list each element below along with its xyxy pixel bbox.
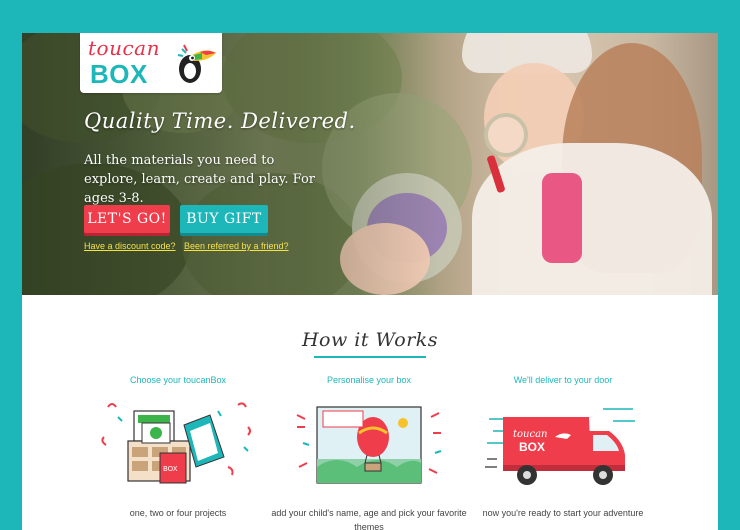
buy-gift-button[interactable]: BUY GIFT <box>180 205 268 233</box>
step-personalise-box: Personalise your box add your child's na… <box>269 375 469 530</box>
delivery-van-icon: toucan BOX <box>485 408 635 485</box>
toucan-icon <box>177 44 216 83</box>
step-description: add your child's name, age and pick your… <box>271 508 467 530</box>
step-title: Choose your toucanBox <box>129 375 227 385</box>
referral-link[interactable]: Been referred by a friend? <box>184 241 289 251</box>
toucanbox-logo[interactable]: toucan BOX <box>80 33 222 93</box>
step-description: now you're ready to start your adventure <box>482 508 644 518</box>
step-delivery: We'll deliver to your door toucan BOX no… <box>463 375 663 520</box>
step-choose-box: Choose your toucanBox BOX one, two or fo… <box>78 375 278 520</box>
svg-text:toucan: toucan <box>513 429 547 440</box>
step-title: Personalise your box <box>326 375 412 385</box>
svg-text:BOX: BOX <box>163 465 178 473</box>
how-it-works-title: How it Works <box>301 329 439 351</box>
step-description: one, two or four projects <box>129 508 227 518</box>
toucanbox-projects-icon: BOX <box>101 402 251 484</box>
title-underline <box>314 356 426 358</box>
lets-go-button[interactable]: LET'S GO! <box>84 205 170 233</box>
step-title: We'll deliver to your door <box>513 375 613 385</box>
hero-subtext: All the materials you need to explore, l… <box>84 153 315 206</box>
hero-headline: Quality Time. Delivered. <box>84 109 356 133</box>
hero-banner: toucan BOX Quality Time. Delivered. All … <box>22 33 718 295</box>
page: toucan BOX Quality Time. Delivered. All … <box>22 33 718 530</box>
logo-text-bottom: BOX <box>90 59 148 89</box>
logo-text-top: toucan <box>88 36 160 60</box>
discount-code-link[interactable]: Have a discount code? <box>84 241 176 251</box>
personalised-box-icon <box>296 406 442 484</box>
svg-text:BOX: BOX <box>519 440 545 454</box>
